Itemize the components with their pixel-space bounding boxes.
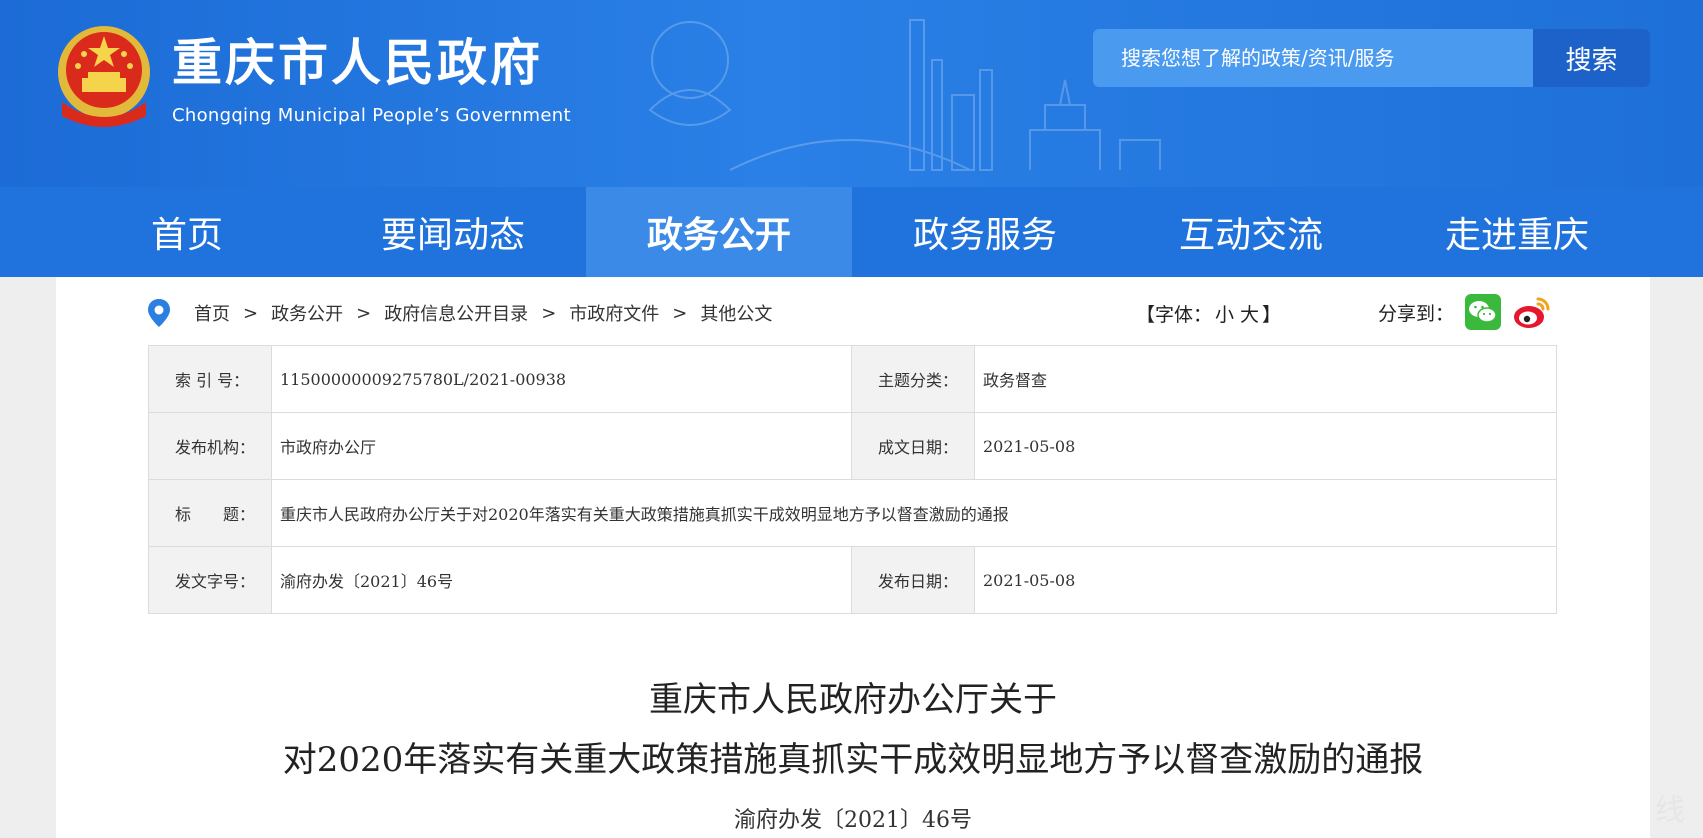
document-number-label: 发文字号： [148,546,272,614]
main-nav: 首页 要闻动态 政务公开 政务服务 互动交流 走进重庆 [0,187,1703,277]
topic-label: 主题分类： [851,345,975,413]
location-pin-icon [148,299,170,327]
font-size-control: 【字体： 小 大 】 [1136,297,1281,329]
search-box: 搜索 [1093,29,1650,87]
breadcrumb-info-catalog[interactable]: 政府信息公开目录 [384,300,528,326]
nav-item-interaction[interactable]: 互动交流 [1118,187,1384,277]
publisher-label: 发布机构： [148,412,272,480]
share-bar: 分享到： [1378,291,1550,333]
site-title[interactable]: 重庆市人民政府 [172,38,543,88]
breadcrumb-separator: > [541,302,557,324]
nav-item-home[interactable]: 首页 [54,187,320,277]
table-row: 标 题： 重庆市人民政府办公厅关于对2020年落实有关重大政策措施真抓实干成效明… [148,479,1557,547]
search-button[interactable]: 搜索 [1533,29,1650,87]
table-row: 索 引 号： 11500000009275780L/2021-00938 主题分… [148,345,1557,413]
wechat-share-icon[interactable] [1464,293,1502,331]
written-date-label: 成文日期： [851,412,975,480]
font-size-bracket: 】 [1262,303,1282,326]
breadcrumb-municipal-documents[interactable]: 市政府文件 [569,300,659,326]
national-emblem-logo[interactable] [54,22,154,130]
document-title-line-1: 重庆市人民政府办公厅关于 [649,680,1057,720]
nav-item-government-affairs[interactable]: 政务公开 [586,187,852,277]
document-number-value: 渝府办发〔2021〕46号 [271,546,852,614]
table-row: 发布机构： 市政府办公厅 成文日期： 2021-05-08 [148,412,1557,480]
publisher-value: 市政府办公厅 [271,412,852,480]
title-value: 重庆市人民政府办公厅关于对2020年落实有关重大政策措施真抓实干成效明显地方予以… [271,479,1557,547]
breadcrumb-separator: > [243,302,259,324]
title-label: 标 题： [148,479,272,547]
nav-item-news[interactable]: 要闻动态 [320,187,586,277]
search-input[interactable] [1093,29,1533,87]
document-metadata-table: 索 引 号： 11500000009275780L/2021-00938 主题分… [148,345,1557,614]
font-size-large-button[interactable]: 大 [1240,300,1259,327]
document-title-line-2: 对2020年落实有关重大政策措施真抓实干成效明显地方予以督查激励的通报 [282,740,1424,780]
topic-value: 政务督查 [974,345,1557,413]
font-size-small-button[interactable]: 小 [1215,300,1234,327]
share-label: 分享到： [1378,302,1455,325]
table-row: 发文字号： 渝府办发〔2021〕46号 发布日期： 2021-05-08 [148,546,1557,614]
index-number-label: 索 引 号： [148,345,272,413]
side-float-text[interactable]: 线 [1655,785,1685,829]
weibo-share-icon[interactable] [1512,293,1550,331]
document-number: 渝府办发〔2021〕46号 [734,808,972,833]
breadcrumb: 首页 > 政务公开 > 政府信息公开目录 > 市政府文件 > 其他公文 [146,297,772,329]
written-date-value: 2021-05-08 [974,412,1557,480]
breadcrumb-government-affairs[interactable]: 政务公开 [271,300,343,326]
publish-date-value: 2021-05-08 [974,546,1557,614]
main-content: 首页 > 政务公开 > 政府信息公开目录 > 市政府文件 > 其他公文 【字体：… [56,277,1650,838]
breadcrumb-separator: > [672,302,688,324]
breadcrumb-separator: > [356,302,372,324]
site-subtitle: Chongqing Municipal People’s Government [172,105,571,126]
breadcrumb-other-documents[interactable]: 其他公文 [700,300,772,326]
index-number-value: 11500000009275780L/2021-00938 [271,345,852,413]
site-header: 重庆市人民政府 Chongqing Municipal People’s Gov… [0,0,1703,187]
breadcrumb-home[interactable]: 首页 [194,300,230,326]
publish-date-label: 发布日期： [851,546,975,614]
font-size-label: 【字体： [1136,303,1213,326]
nav-item-services[interactable]: 政务服务 [852,187,1118,277]
nav-item-about-chongqing[interactable]: 走进重庆 [1384,187,1650,277]
